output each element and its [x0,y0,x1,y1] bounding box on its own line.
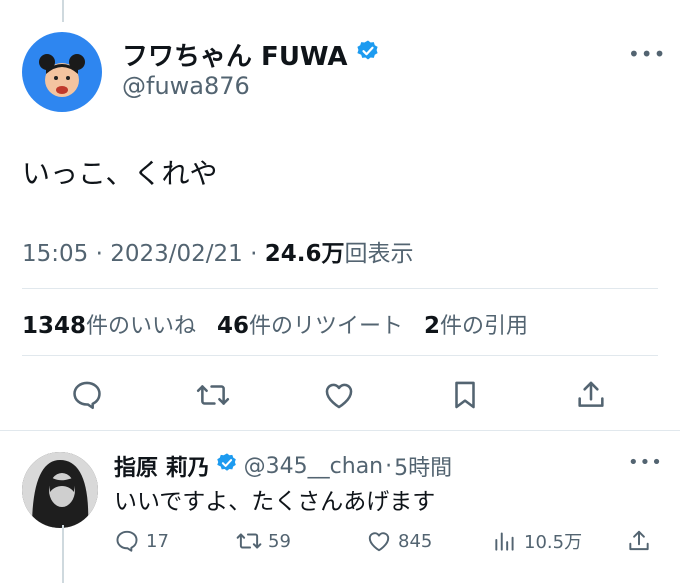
reply-retweet-button[interactable]: 59 [236,528,291,554]
tweet-text: いっこ、くれや [22,157,218,190]
reply-action-bar: 17 59 845 10.5万 [114,528,664,560]
reply-replies-count: 17 [146,530,169,552]
bookmark-icon[interactable] [446,376,484,414]
reply-avatar[interactable] [22,452,98,528]
reply-author-name[interactable]: 指原 莉乃 [114,450,210,482]
reply-header: 指原 莉乃 @345__chan · 5時間 [114,450,452,482]
reply-time[interactable]: 5時間 [394,450,452,482]
thread-line [62,0,64,22]
retweets-stat[interactable]: 46件のリツイート [217,313,403,339]
views-count: 24.6万 [264,241,345,267]
avatar[interactable] [22,32,102,112]
reply-more-options-icon[interactable]: ••• [628,452,663,473]
like-icon [368,532,390,552]
engagement-stats: 1348件のいいね 46件のリツイート 2件の引用 [22,308,528,340]
thread-line [62,525,64,583]
reply-views-button[interactable]: 10.5万 [492,528,582,554]
verified-badge-icon [356,39,380,70]
reply-icon [116,530,138,552]
likes-stat[interactable]: 1348件のいいね [22,313,196,339]
verified-badge-icon [216,452,238,480]
reply-retweets-count: 59 [268,530,291,552]
author-name-text[interactable]: フワちゃん FUWA [122,36,348,73]
author-name[interactable]: フワちゃん FUWA [122,36,380,73]
reply-like-button[interactable]: 845 [366,528,432,554]
more-options-icon[interactable]: ••• [628,42,666,66]
retweet-icon [236,533,262,549]
reply-author-handle[interactable]: @345__chan [244,454,383,479]
author-handle[interactable]: @fuwa876 [122,72,250,100]
quotes-stat[interactable]: 2件の引用 [424,313,528,339]
reply-icon[interactable] [68,376,106,414]
share-icon [629,530,649,551]
retweet-icon[interactable] [194,376,232,414]
reply-reply-button[interactable]: 17 [114,528,169,554]
meta-separator: · [385,453,393,479]
tweet-date[interactable]: 2023/02/21 [110,241,243,267]
views-icon [495,532,514,551]
divider [0,430,680,431]
reply-likes-count: 845 [398,530,433,552]
divider [22,355,658,356]
divider [22,288,658,289]
views-label: 回表示 [344,241,414,267]
tweet-time[interactable]: 15:05 [22,241,88,267]
reply-text: いいですよ、たくさんあげます [114,489,436,515]
share-icon[interactable] [572,376,610,414]
meta-separator: · [250,241,265,267]
reply-share-button[interactable] [626,528,652,554]
meta-separator: · [95,241,111,267]
tweet-meta: 15:05 · 2023/02/21 · 24.6万回表示 [22,234,414,268]
reply-views-count: 10.5万 [524,532,583,553]
like-icon[interactable] [320,376,358,414]
